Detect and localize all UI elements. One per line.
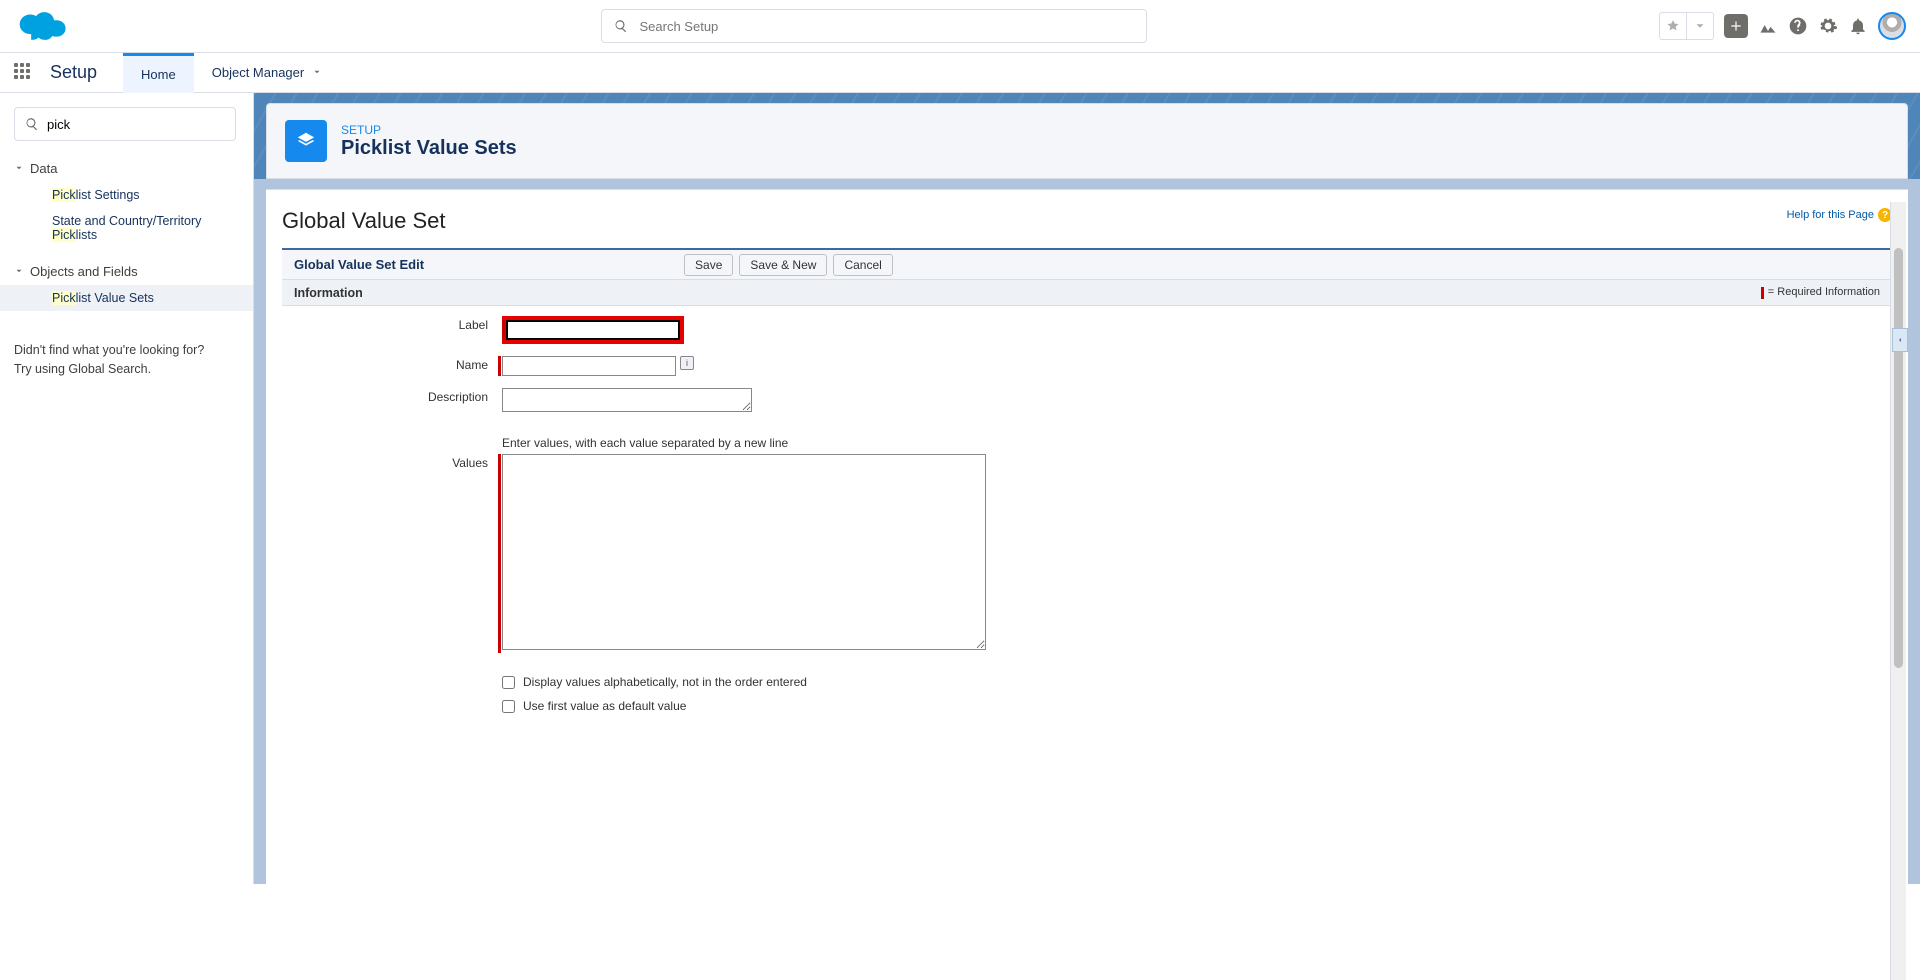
label-input[interactable] <box>506 320 680 340</box>
page-header: SETUP Picklist Value Sets <box>266 103 1908 179</box>
page-header-kicker: SETUP <box>341 123 517 137</box>
chevron-down-icon <box>14 161 24 176</box>
help-icon[interactable] <box>1788 16 1808 36</box>
row-description: Description <box>292 388 1882 412</box>
tree-item-picklist-settings[interactable]: Picklist Settings <box>14 182 243 208</box>
card-title: Global Value Set <box>282 208 445 234</box>
global-header <box>0 0 1920 53</box>
required-legend: = Required Information <box>1761 286 1880 298</box>
tree-item-state-country[interactable]: State and Country/Territory Picklists <box>14 208 243 248</box>
help-for-page[interactable]: Help for this Page ? <box>1787 208 1892 222</box>
gear-icon[interactable] <box>1818 16 1838 36</box>
search-icon <box>614 19 628 33</box>
layers-icon <box>295 130 317 152</box>
inner-scrollbar[interactable] <box>1890 202 1906 980</box>
tab-object-manager-label: Object Manager <box>212 65 305 80</box>
button-row: Save Save & New Cancel <box>684 254 893 276</box>
plus-icon <box>1729 19 1743 33</box>
edit-block: Global Value Set Edit Save Save & New Ca… <box>282 248 1892 745</box>
label-label: Label <box>292 316 502 332</box>
values-hint: Enter values, with each value separated … <box>502 436 788 450</box>
star-icon <box>1666 19 1680 33</box>
page-header-title: Picklist Value Sets <box>341 137 517 160</box>
global-search[interactable] <box>601 9 1147 43</box>
chevron-down-icon <box>14 264 24 279</box>
page-header-text: SETUP Picklist Value Sets <box>341 123 517 160</box>
highlight: Pick <box>52 291 76 305</box>
context-nav: Setup Home Object Manager <box>0 53 1920 93</box>
quick-find-hint: Didn't find what you're looking for? Try… <box>14 341 243 379</box>
tree-section-data[interactable]: Data <box>14 155 243 182</box>
panel-collapse-handle[interactable] <box>1892 328 1908 352</box>
page-header-icon <box>285 120 327 162</box>
favorites-menu[interactable] <box>1659 12 1714 40</box>
tree-item-picklist-value-sets[interactable]: Picklist Value Sets <box>0 285 253 311</box>
main-columns: Data Picklist Settings State and Country… <box>0 93 1920 884</box>
highlight: Pick <box>52 228 76 242</box>
edit-header-title: Global Value Set Edit <box>294 257 424 272</box>
search-icon <box>25 117 39 131</box>
edit-header-bar: Global Value Set Edit Save Save & New Ca… <box>282 250 1892 280</box>
checkbox-default[interactable]: Use first value as default value <box>502 699 686 713</box>
row-label: Label <box>292 316 1882 344</box>
tab-home[interactable]: Home <box>123 53 194 93</box>
bell-icon[interactable] <box>1848 16 1868 36</box>
highlight: Pick <box>52 188 76 202</box>
app-name: Setup <box>50 62 97 83</box>
checkbox-default-input[interactable] <box>502 700 515 713</box>
quick-find-input[interactable] <box>47 117 225 132</box>
setup-content: SETUP Picklist Value Sets Global Value S… <box>254 93 1920 884</box>
name-label: Name <box>292 356 502 372</box>
section-information: Information = Required Information <box>282 280 1892 306</box>
app-launcher-icon[interactable] <box>14 63 34 83</box>
salesforce-logo <box>14 8 68 44</box>
page-header-bg: SETUP Picklist Value Sets <box>254 93 1920 179</box>
tree-section-objects-label: Objects and Fields <box>30 264 138 279</box>
row-name: Name i <box>292 356 1882 376</box>
quick-find[interactable] <box>14 107 236 141</box>
name-input[interactable] <box>502 356 676 376</box>
global-actions-button[interactable] <box>1724 14 1748 38</box>
chevron-left-icon <box>1896 336 1904 344</box>
tree-section-objects[interactable]: Objects and Fields <box>14 258 243 285</box>
global-search-wrap <box>88 9 1659 43</box>
description-textarea[interactable] <box>502 388 752 412</box>
chevron-down-icon <box>1693 19 1707 33</box>
values-textarea[interactable] <box>502 454 986 650</box>
checkbox-alpha[interactable]: Display values alphabetically, not in th… <box>502 675 807 689</box>
user-avatar[interactable] <box>1878 12 1906 40</box>
info-icon[interactable]: i <box>680 356 694 370</box>
header-utilities <box>1659 12 1906 40</box>
form-area: Label Name i <box>282 306 1892 745</box>
tree-section-data-label: Data <box>30 161 57 176</box>
values-label: Values <box>292 454 502 470</box>
global-search-input[interactable] <box>640 19 1134 34</box>
tab-object-manager[interactable]: Object Manager <box>194 53 341 93</box>
row-values-hint: Enter values, with each value separated … <box>292 424 1882 454</box>
row-ck-default: Use first value as default value <box>292 689 1882 713</box>
cancel-button[interactable]: Cancel <box>833 254 892 276</box>
description-label: Description <box>292 388 502 404</box>
checkbox-alpha-input[interactable] <box>502 676 515 689</box>
detail-card: Global Value Set Help for this Page ? Gl… <box>266 189 1908 980</box>
highlight-box <box>502 316 684 344</box>
row-ck-alpha: Display values alphabetically, not in th… <box>292 665 1882 689</box>
save-button[interactable]: Save <box>684 254 733 276</box>
row-values: Values <box>292 454 1882 653</box>
trailhead-icon[interactable] <box>1758 16 1778 36</box>
save-and-new-button[interactable]: Save & New <box>739 254 827 276</box>
chevron-down-icon <box>312 65 322 80</box>
setup-tree: Data Picklist Settings State and Country… <box>0 93 254 884</box>
